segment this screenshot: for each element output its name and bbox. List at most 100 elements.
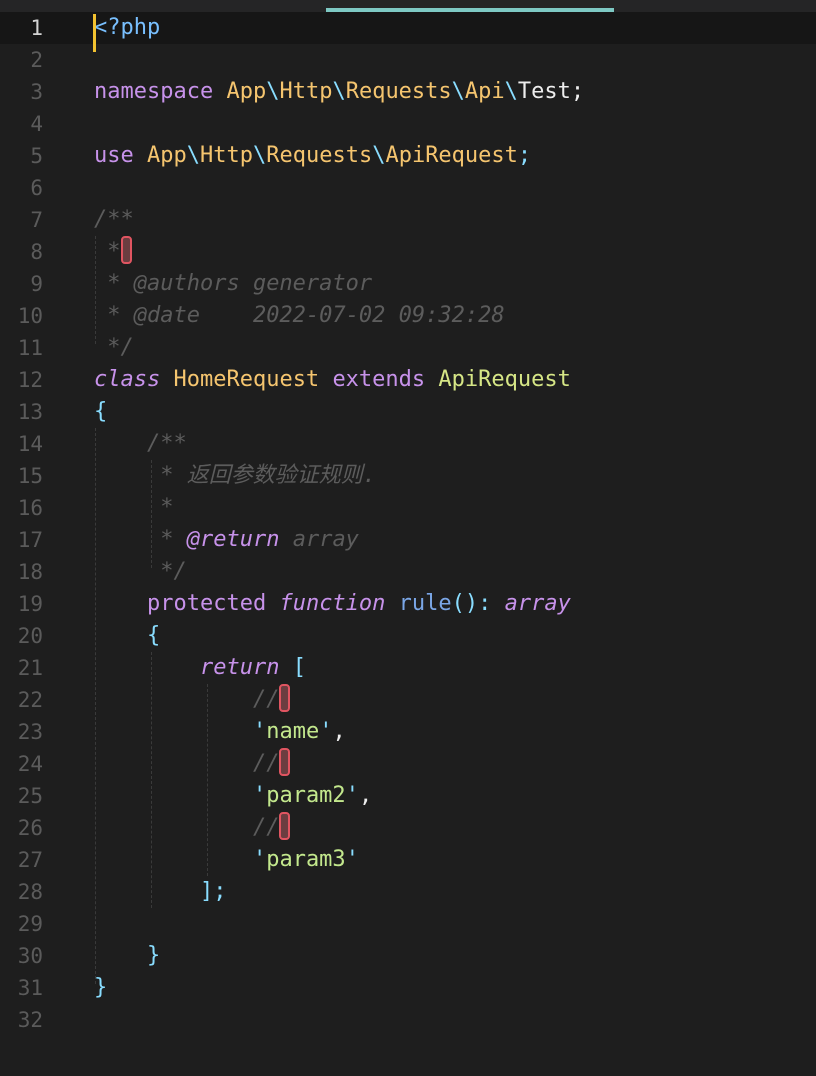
line-number[interactable]: 13 [0, 396, 80, 428]
string-literal: name [266, 719, 320, 744]
line-number[interactable]: 20 [0, 620, 80, 652]
line-number[interactable]: 1 [0, 12, 80, 44]
code-line: namespace App\Http\Requests\Api\Test; [94, 76, 816, 108]
ns-separator: \ [451, 79, 465, 104]
line-number[interactable]: 15 [0, 460, 80, 492]
code-editor[interactable]: 1 2 3 4 5 6 7 8 9 10 11 12 13 14 15 16 17 18 19 20 21 22 23 24 2… [0, 0, 816, 1076]
code-line: // [94, 684, 816, 716]
line-number-gutter[interactable]: 1 2 3 4 5 6 7 8 9 10 11 12 13 14 15 16 17 18 19 20 21 22 23 24 2… [0, 12, 80, 1036]
code-line: /** [94, 204, 816, 236]
line-number[interactable]: 24 [0, 748, 80, 780]
doc-comment-close: */ [107, 335, 134, 360]
doc-comment-star: * [160, 495, 174, 520]
line-number[interactable]: 8 [0, 236, 80, 268]
line-number[interactable]: 14 [0, 428, 80, 460]
string-quote: ' [252, 783, 267, 808]
code-line: * @date 2022-07-02 09:32:28 [94, 300, 816, 332]
line-number[interactable]: 21 [0, 652, 80, 684]
ns-segment: ApiRequest [385, 143, 518, 168]
line-number[interactable]: 31 [0, 972, 80, 1004]
line-comment: // [252, 815, 280, 840]
ns-separator: \ [332, 79, 346, 104]
ns-segment: Requests [266, 143, 373, 168]
brace-open: { [146, 623, 161, 648]
line-number[interactable]: 22 [0, 684, 80, 716]
line-number[interactable]: 2 [0, 44, 80, 76]
code-area[interactable]: <?php namespace App\Http\Requests\Api\Te… [94, 12, 816, 1036]
use-keyword: use [94, 143, 134, 168]
code-line: <?php [94, 12, 816, 44]
line-number[interactable]: 28 [0, 876, 80, 908]
code-line: * @authors generator [94, 268, 816, 300]
line-number[interactable]: 5 [0, 140, 80, 172]
whitespace-marker [279, 684, 291, 712]
line-number[interactable]: 11 [0, 332, 80, 364]
code-line: 'param2', [94, 780, 816, 812]
doc-comment-open: /** [146, 431, 187, 456]
brace-close: } [146, 943, 161, 968]
line-number[interactable]: 7 [0, 204, 80, 236]
code-line: 'name', [94, 716, 816, 748]
bracket-close: ]; [199, 879, 227, 904]
line-comment: // [252, 687, 280, 712]
string-literal: param2 [266, 783, 346, 808]
function-keyword: function [279, 591, 386, 616]
line-number[interactable]: 6 [0, 172, 80, 204]
doc-comment-date: * @date 2022-07-02 09:32:28 [107, 303, 505, 328]
line-number[interactable]: 12 [0, 364, 80, 396]
bracket-open: [ [292, 655, 306, 680]
comma: , [358, 783, 373, 808]
code-line: use App\Http\Requests\ApiRequest; [94, 140, 816, 172]
ns-separator: \ [252, 143, 267, 168]
ns-separator: \ [186, 143, 200, 168]
line-number[interactable]: 10 [0, 300, 80, 332]
return-type: array [504, 591, 571, 616]
semicolon: ; [570, 79, 585, 104]
line-number[interactable]: 26 [0, 812, 80, 844]
class-name: HomeRequest [173, 367, 320, 392]
code-line: /** [94, 428, 816, 460]
line-number[interactable]: 16 [0, 492, 80, 524]
ns-segment: Http [279, 79, 333, 104]
code-line: return [ [94, 652, 816, 684]
code-line: // [94, 812, 816, 844]
code-line: class HomeRequest extends ApiRequest [94, 364, 816, 396]
code-line: */ [94, 556, 816, 588]
brace-open: { [94, 399, 108, 424]
doc-comment-star: * [107, 239, 121, 264]
line-number[interactable]: 29 [0, 908, 80, 940]
line-number[interactable]: 18 [0, 556, 80, 588]
comma: , [332, 719, 346, 744]
ns-segment: Http [200, 143, 253, 168]
line-number[interactable]: 19 [0, 588, 80, 620]
code-line: { [94, 396, 816, 428]
line-number[interactable]: 17 [0, 524, 80, 556]
line-number[interactable]: 23 [0, 716, 80, 748]
whitespace-marker [120, 236, 132, 264]
ns-segment: Api [464, 79, 505, 104]
line-number[interactable]: 27 [0, 844, 80, 876]
line-number[interactable]: 25 [0, 780, 80, 812]
doc-comment-authors: * @authors generator [107, 271, 373, 296]
line-number[interactable]: 4 [0, 108, 80, 140]
ns-separator: \ [372, 143, 386, 168]
code-line: * [94, 492, 816, 524]
php-open-tag: <?php [94, 15, 161, 40]
return-keyword: return [199, 655, 280, 680]
ns-segment: Test [517, 79, 571, 104]
ns-segment: App [226, 79, 267, 104]
semicolon: ; [517, 143, 532, 168]
code-line: // [94, 748, 816, 780]
text-cursor [93, 14, 96, 52]
namespace-keyword: namespace [94, 79, 214, 104]
string-quote: ' [252, 719, 267, 744]
class-keyword: class [94, 367, 161, 392]
line-number[interactable]: 9 [0, 268, 80, 300]
string-quote: ' [345, 783, 359, 808]
line-number[interactable]: 32 [0, 1004, 80, 1036]
line-number[interactable]: 30 [0, 940, 80, 972]
doc-return-tag: @return [186, 527, 280, 552]
line-number[interactable]: 3 [0, 76, 80, 108]
string-literal: param3 [266, 847, 346, 872]
